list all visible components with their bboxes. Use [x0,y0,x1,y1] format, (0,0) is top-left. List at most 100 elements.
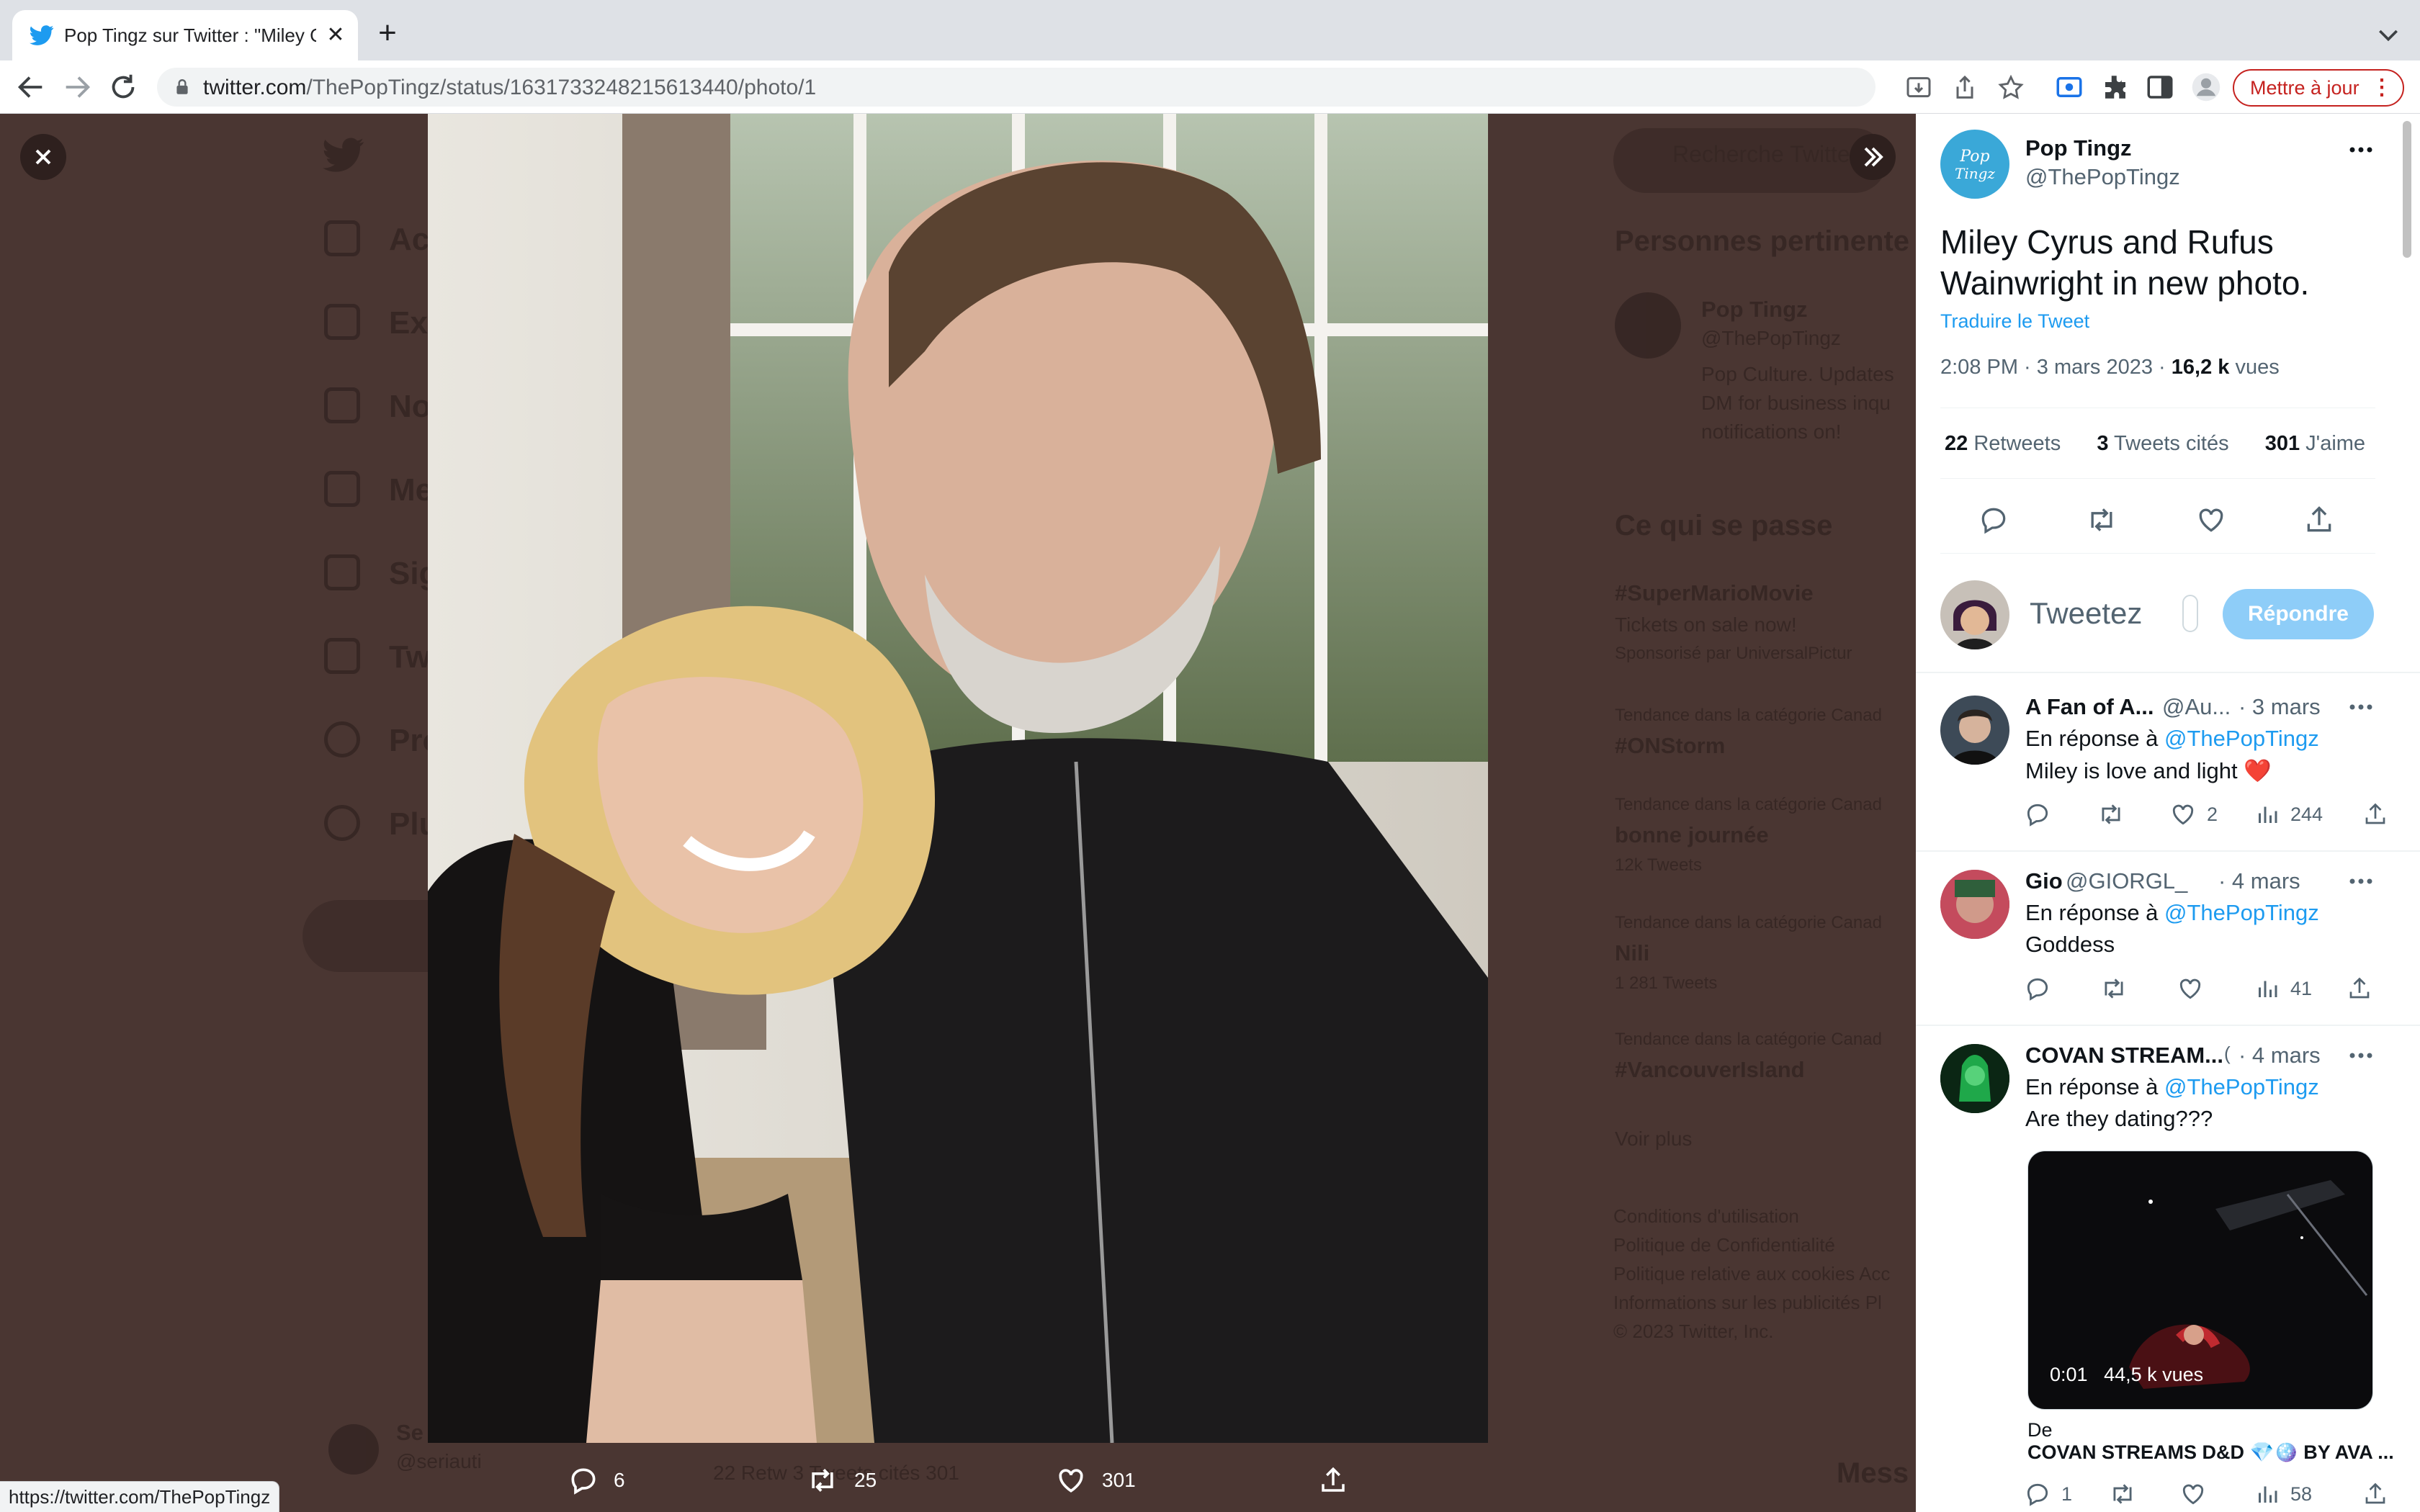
bg-trend: #ONStorm [1615,733,1726,758]
url-text[interactable]: twitter.com/ThePopTingz/status/163173324… [203,76,816,100]
reply-avatar[interactable] [1940,1044,2009,1113]
forward-arrow-icon[interactable] [60,71,94,104]
reply-input[interactable]: Tweetez [2030,596,2142,631]
reply-retweet-button[interactable] [2097,801,2135,828]
share-icon[interactable] [1950,73,1979,102]
chevron-down-icon[interactable] [2374,20,2403,49]
heart-icon[interactable] [2195,504,2227,536]
reply-author-handle[interactable]: @GIORGL_ [2066,868,2187,894]
reply-button[interactable]: Répondre [2223,589,2374,639]
close-icon[interactable] [20,134,66,180]
reply-date[interactable]: · 4 mars [2218,868,2300,894]
retweet-icon[interactable] [2086,504,2118,536]
reply-text: Are they dating??? [2025,1106,2213,1131]
bg-relevant-bio: DM for business inqu [1701,392,1891,414]
reply-icon[interactable] [1978,504,2009,536]
reply-author-name[interactable]: A Fan of A... [2025,694,2154,720]
reply-reply-button[interactable] [2024,801,2061,828]
update-button[interactable]: Mettre à jour ⋮ [2233,69,2404,107]
reply-avatar[interactable] [1940,696,2009,765]
heart-icon [2172,804,2194,825]
reply-like-button[interactable]: 2 [2169,801,2218,828]
reply-views-button[interactable]: 58 [2254,1480,2312,1508]
reply-reply-button[interactable]: 1 [2024,1480,2072,1508]
likes-stat[interactable]: 301 J'aime [2265,432,2365,455]
analytics-icon [2259,806,2277,823]
back-arrow-icon[interactable] [14,71,48,104]
reply-reply-count: 1 [2061,1482,2073,1505]
mention-link[interactable]: @ThePopTingz [2164,726,2319,751]
more-options-icon[interactable] [2347,1048,2375,1063]
photo-like-button[interactable]: 301 [1054,1459,1136,1502]
reply-author-handle[interactable]: @Au... [2162,694,2231,720]
more-options-icon[interactable] [2347,700,2375,714]
pop-tingz-logo: PopTingz [1955,148,1995,182]
divider [1940,478,2375,479]
extensions-puzzle-icon[interactable] [2100,72,2130,102]
bg-trend: bonne journée [1615,822,1769,847]
lock-icon[interactable] [173,78,192,96]
tweet-timestamp[interactable]: 2:08 PM · 3 mars 2023 · [1940,356,2172,379]
reply-retweet-button[interactable] [2109,1480,2146,1508]
address-bar[interactable]: twitter.com/ThePopTingz/status/163173324… [157,68,2024,107]
bg-search-placeholder: Recherche Twitte [1672,141,1850,167]
reply-share-button[interactable] [2362,801,2398,828]
reload-icon[interactable] [107,71,140,104]
install-app-icon[interactable] [1904,73,1933,102]
reply-views-button[interactable]: 41 [2254,975,2312,1002]
author-handle[interactable]: @ThePopTingz [2025,164,2180,190]
author-name[interactable]: Pop Tingz [2025,135,2132,161]
video-source-title[interactable]: COVAN STREAMS D&D 💎🪩 BY AVA ... [2027,1441,2394,1464]
reply-avatar[interactable] [1940,870,2009,939]
reply-icon [2027,1483,2048,1506]
share-icon[interactable] [2303,504,2335,536]
photo-reply-count: 6 [614,1469,625,1491]
reply-date[interactable]: · 3 mars [2238,694,2321,720]
profile-avatar-icon[interactable] [2191,72,2221,102]
reply-view-count: 244 [2290,803,2323,825]
nav-label-explore: Ex [389,305,428,341]
more-options-icon[interactable] [2347,874,2375,888]
nav-label-notifications: No [389,389,431,424]
panel-scrollbar[interactable] [2403,121,2411,258]
current-user-avatar[interactable] [1940,580,2009,649]
author-avatar[interactable]: Pop Tingz [1940,130,2009,199]
translate-link[interactable]: Traduire le Tweet [1940,310,2089,333]
photo-retweet-button[interactable]: 25 [805,1459,877,1502]
bg-trend-category: Tendance dans la catégorie Canad [1615,795,1882,814]
mention-link[interactable]: @ThePopTingz [2164,900,2319,925]
reply-like-button[interactable] [2179,1480,2217,1508]
tweet-photo[interactable] [428,114,1488,1443]
bookmark-star-icon[interactable] [1996,73,2025,102]
reply-share-button[interactable] [2362,1480,2398,1508]
reply-author-name[interactable]: Gio [2025,868,2063,894]
retweet-icon [812,1469,833,1492]
photo-reply-button[interactable]: 6 [568,1459,625,1502]
reply-views-button[interactable]: 244 [2254,801,2323,828]
reply-author-handle[interactable]: ( [2224,1043,2231,1065]
retweets-stat[interactable]: 22 Retweets [1945,432,2061,455]
photo-share-button[interactable] [1318,1459,1363,1502]
heart-icon [2182,1484,2204,1505]
reply-reply-button[interactable] [2024,975,2061,1002]
reply-like-button[interactable] [2177,975,2214,1002]
mention-link[interactable]: @ThePopTingz [2164,1074,2319,1099]
reply-text: Goddess [2025,932,2115,957]
quotes-stat[interactable]: 3 Tweets cités [2097,432,2228,455]
bg-trend-promo: Sponsorisé par UniversalPictur [1615,644,1852,663]
reply-date[interactable]: · 4 mars [2238,1043,2321,1068]
reply-share-button[interactable] [2347,975,2383,1002]
reply-retweet-button[interactable] [2100,975,2138,1002]
screencast-icon[interactable] [2054,72,2084,102]
browser-tab[interactable]: Pop Tingz sur Twitter : "Miley C ✕ [12,10,358,60]
side-panel-icon[interactable] [2145,72,2175,102]
tab-close-icon[interactable]: ✕ [322,22,349,49]
reply-author-name[interactable]: COVAN STREAM... [2025,1043,2223,1068]
browser-menu-icon[interactable]: ⋮ [2371,71,2393,105]
reply-video[interactable]: 0:01 44,5 k vues [2027,1151,2373,1410]
bg-relevant-bio: Pop Culture. Updates [1701,363,1894,385]
more-options-icon[interactable] [2347,143,2375,157]
bg-see-more: Voir plus [1615,1128,1693,1150]
new-tab-icon[interactable]: + [373,17,402,49]
expand-panel-icon[interactable] [1850,134,1896,180]
